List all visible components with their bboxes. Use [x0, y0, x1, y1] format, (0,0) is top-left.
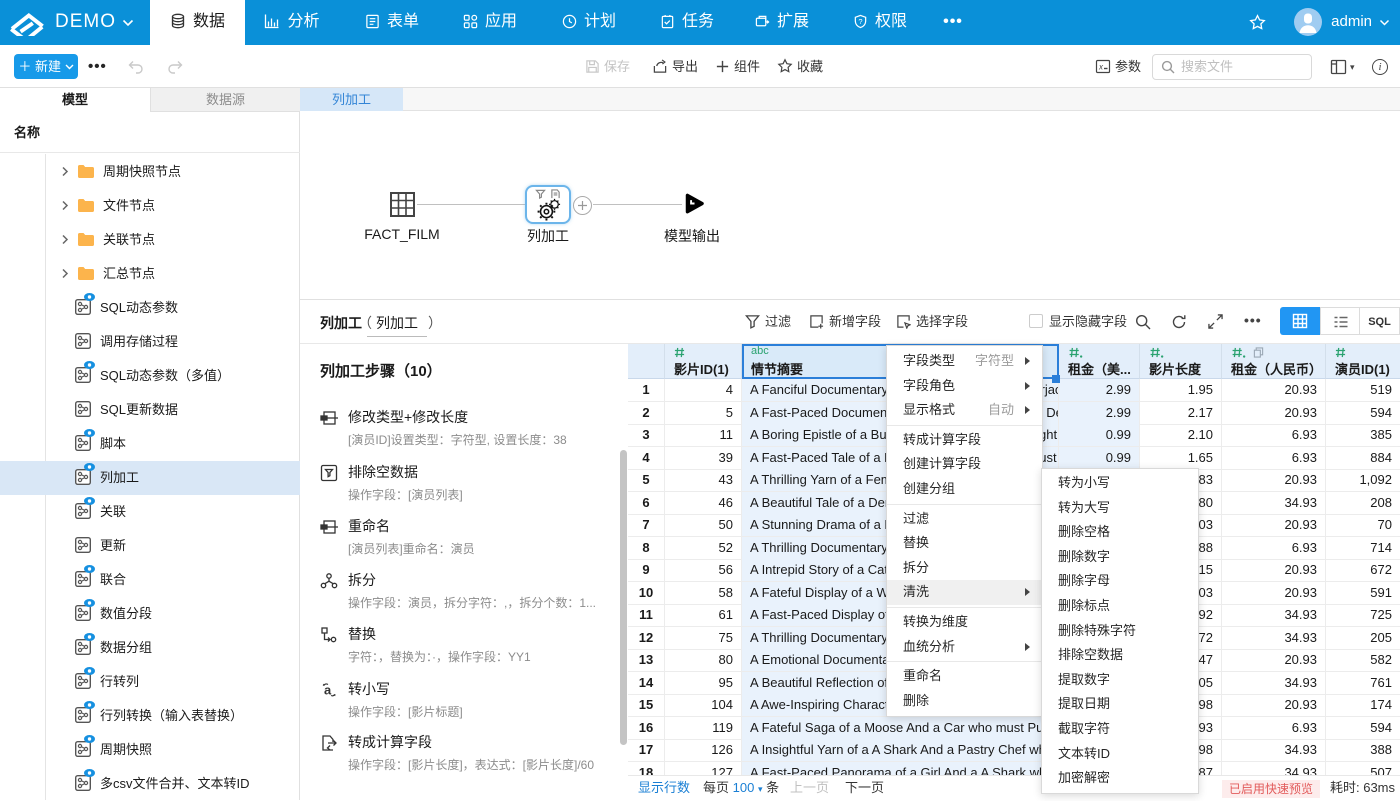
svg-text:?: ? — [858, 17, 862, 26]
svg-text:x: x — [1098, 63, 1104, 72]
